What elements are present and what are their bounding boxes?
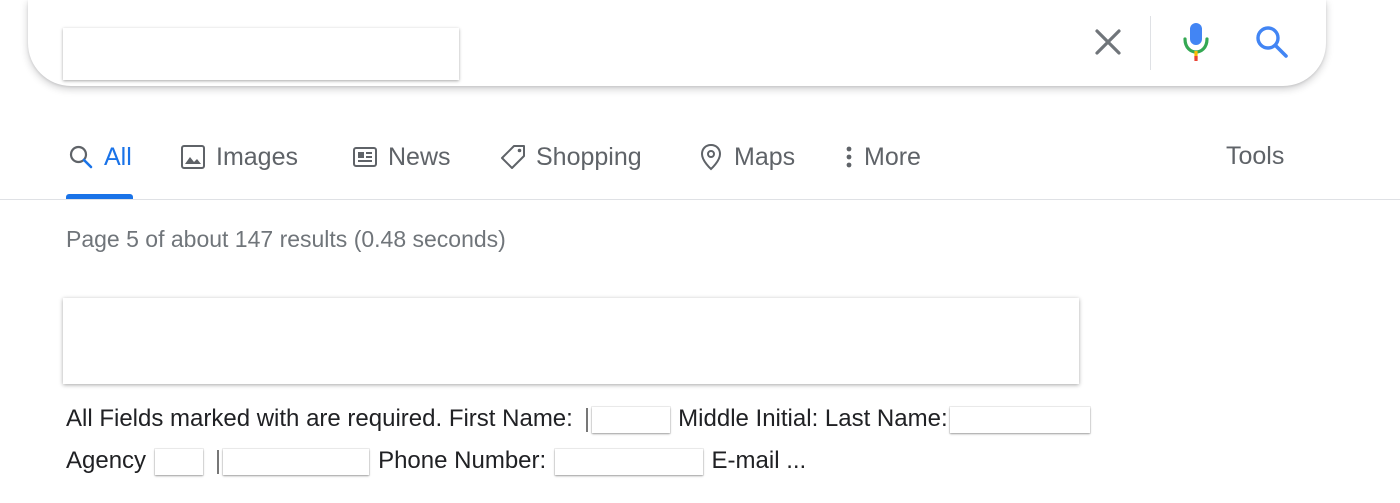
snippet-text-2: Middle Initial: Last Name: — [678, 405, 948, 432]
snippet-text-1: All Fields marked with are required. Fir… — [66, 405, 573, 432]
image-icon — [178, 142, 208, 172]
tag-icon — [498, 142, 528, 172]
snippet-text-5: E-mail ... — [711, 447, 807, 474]
tab-more-label: More — [864, 142, 921, 171]
tab-all[interactable]: All — [66, 130, 133, 200]
snippet-redacted-field — [591, 406, 670, 433]
close-icon[interactable] — [1086, 20, 1130, 64]
tab-more[interactable]: More — [838, 130, 921, 200]
search-box[interactable] — [28, 0, 1326, 86]
snippet-redacted-field — [154, 448, 203, 475]
tab-news[interactable]: News — [350, 130, 451, 200]
tab-images[interactable]: Images — [178, 130, 298, 200]
tabs-divider — [0, 199, 1400, 200]
search-input[interactable] — [63, 28, 459, 80]
snippet-redacted-field — [223, 448, 370, 475]
tab-all-label: All — [104, 142, 132, 171]
search-icon[interactable] — [1250, 20, 1294, 64]
result-title-block[interactable] — [63, 298, 1079, 384]
tools-label: Tools — [1226, 142, 1285, 170]
tab-images-label: Images — [216, 142, 298, 171]
snippet-redacted-field — [949, 406, 1090, 433]
result-snippet: All Fields marked with are required. Fir… — [66, 398, 1266, 482]
microphone-icon[interactable] — [1174, 20, 1218, 64]
snippet-text-4: Phone Number: — [378, 447, 547, 474]
snippet-redacted-field — [554, 448, 703, 475]
snippet-text-3: Agency — [66, 447, 147, 474]
newspaper-icon — [350, 142, 380, 172]
search-icon — [66, 142, 96, 172]
search-results-page: All Images News Shopping Maps More Tools… — [0, 0, 1400, 503]
search-box-divider — [1150, 16, 1151, 70]
more-vertical-icon — [838, 142, 860, 172]
map-pin-icon — [696, 142, 726, 172]
tools-button[interactable]: Tools — [1226, 130, 1284, 200]
tab-shopping-label: Shopping — [536, 142, 642, 171]
search-tabs: All Images News Shopping Maps More Tools — [0, 130, 1400, 200]
snippet-separator — [217, 449, 220, 474]
tab-news-label: News — [388, 142, 451, 171]
tab-maps[interactable]: Maps — [696, 130, 795, 200]
tab-shopping[interactable]: Shopping — [498, 130, 642, 200]
result-stats: Page 5 of about 147 results (0.48 second… — [66, 226, 506, 252]
tab-maps-label: Maps — [734, 142, 796, 171]
snippet-separator — [585, 407, 588, 432]
